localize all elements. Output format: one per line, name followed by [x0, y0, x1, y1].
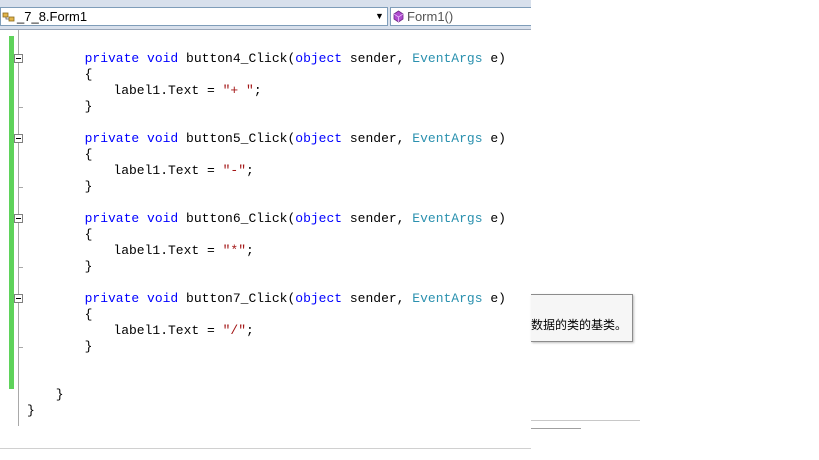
code-line[interactable]: private void button5_Click(object sender… [85, 131, 506, 147]
code-token: e) [482, 291, 506, 306]
code-token: e) [482, 131, 506, 146]
code-editor[interactable]: private void button4_Click(object sender… [0, 30, 531, 460]
collapse-icon[interactable] [14, 214, 23, 223]
code-token: "/" [222, 323, 247, 338]
code-line[interactable]: label1.Text = "+ "; [113, 83, 261, 99]
class-dropdown-label: _7_8.Form1 [17, 9, 88, 24]
outline-end-tick [18, 187, 23, 188]
code-line[interactable]: } [85, 179, 93, 195]
member-dropdown[interactable]: Form1() [390, 7, 531, 26]
code-token: { [84, 307, 93, 322]
code-line[interactable]: } [85, 339, 93, 355]
code-line[interactable]: private void button7_Click(object sender… [85, 291, 506, 307]
code-token: void [147, 131, 179, 146]
code-token: object [295, 211, 343, 226]
code-token: void [147, 211, 179, 226]
code-token: { [84, 67, 93, 82]
code-token: void [147, 51, 179, 66]
divider [531, 428, 581, 429]
code-token: private [84, 291, 140, 306]
code-token: { [84, 227, 93, 242]
code-line[interactable]: { [85, 307, 93, 323]
divider [531, 420, 640, 421]
code-token: object [295, 131, 343, 146]
code-token: label1.Text = [113, 83, 223, 98]
code-line[interactable]: label1.Text = "-"; [113, 163, 253, 179]
code-line[interactable]: { [85, 227, 93, 243]
code-token: ; [246, 243, 254, 258]
class-icon [2, 12, 15, 22]
code-token: private [84, 211, 140, 226]
code-token: EventArgs [412, 211, 483, 226]
outline-end-tick [18, 107, 23, 108]
outline-guide [18, 30, 19, 418]
chevron-down-icon[interactable]: ▼ [374, 9, 385, 24]
outline-end-tick [18, 347, 23, 348]
code-token: button6_Click( [178, 211, 296, 226]
code-token: label1.Text = [113, 163, 223, 178]
method-icon [393, 10, 404, 23]
tooltip: 数据的类的基类。 [531, 294, 633, 342]
code-token: EventArgs [412, 51, 483, 66]
code-token: } [84, 259, 93, 274]
code-line[interactable]: } [27, 403, 35, 419]
outline-end-tick [18, 267, 23, 268]
code-token: } [55, 387, 64, 402]
tooltip-text: 数据的类的基类。 [531, 318, 628, 332]
class-dropdown[interactable]: _7_8.Form1 ▼ [0, 7, 388, 26]
divider [0, 448, 531, 449]
code-token: e) [482, 211, 506, 226]
code-token: object [295, 51, 343, 66]
code-line[interactable]: } [56, 387, 64, 403]
code-line[interactable]: } [85, 259, 93, 275]
code-token: void [147, 291, 179, 306]
code-token: button5_Click( [178, 131, 296, 146]
navigation-bar: _7_8.Form1 ▼ Form1() [0, 0, 531, 30]
code-token: ; [246, 323, 254, 338]
code-token: sender, [342, 51, 413, 66]
code-token: } [84, 99, 93, 114]
collapse-icon[interactable] [14, 294, 23, 303]
change-tracking-bar [9, 36, 14, 389]
code-token: private [84, 51, 140, 66]
code-token: e) [482, 51, 506, 66]
code-token: private [84, 131, 140, 146]
code-token: EventArgs [412, 291, 483, 306]
code-line[interactable]: { [85, 147, 93, 163]
code-token: object [295, 291, 343, 306]
code-token: sender, [342, 131, 413, 146]
outline-guide-end [18, 418, 19, 426]
code-token: } [84, 179, 93, 194]
code-line[interactable]: } [85, 99, 93, 115]
code-line[interactable]: label1.Text = "*"; [113, 243, 253, 259]
code-token: "-" [222, 163, 247, 178]
code-token: "+ " [222, 83, 254, 98]
code-token: button7_Click( [178, 291, 296, 306]
code-line[interactable]: label1.Text = "/"; [113, 323, 253, 339]
code-token: ; [246, 163, 254, 178]
code-token: "*" [222, 243, 247, 258]
code-token: } [84, 339, 93, 354]
collapse-icon[interactable] [14, 134, 23, 143]
code-token: } [27, 403, 35, 418]
code-token: EventArgs [412, 131, 483, 146]
code-token: sender, [342, 211, 413, 226]
code-line[interactable]: { [85, 67, 93, 83]
member-dropdown-label: Form1() [407, 9, 454, 24]
code-token: label1.Text = [113, 323, 223, 338]
collapse-icon[interactable] [14, 54, 23, 63]
code-token: { [84, 147, 93, 162]
code-line[interactable]: private void button4_Click(object sender… [85, 51, 506, 67]
code-token: ; [253, 83, 262, 98]
code-token: button4_Click( [178, 51, 296, 66]
code-line[interactable]: private void button6_Click(object sender… [85, 211, 506, 227]
code-token: label1.Text = [113, 243, 223, 258]
code-token: sender, [342, 291, 413, 306]
